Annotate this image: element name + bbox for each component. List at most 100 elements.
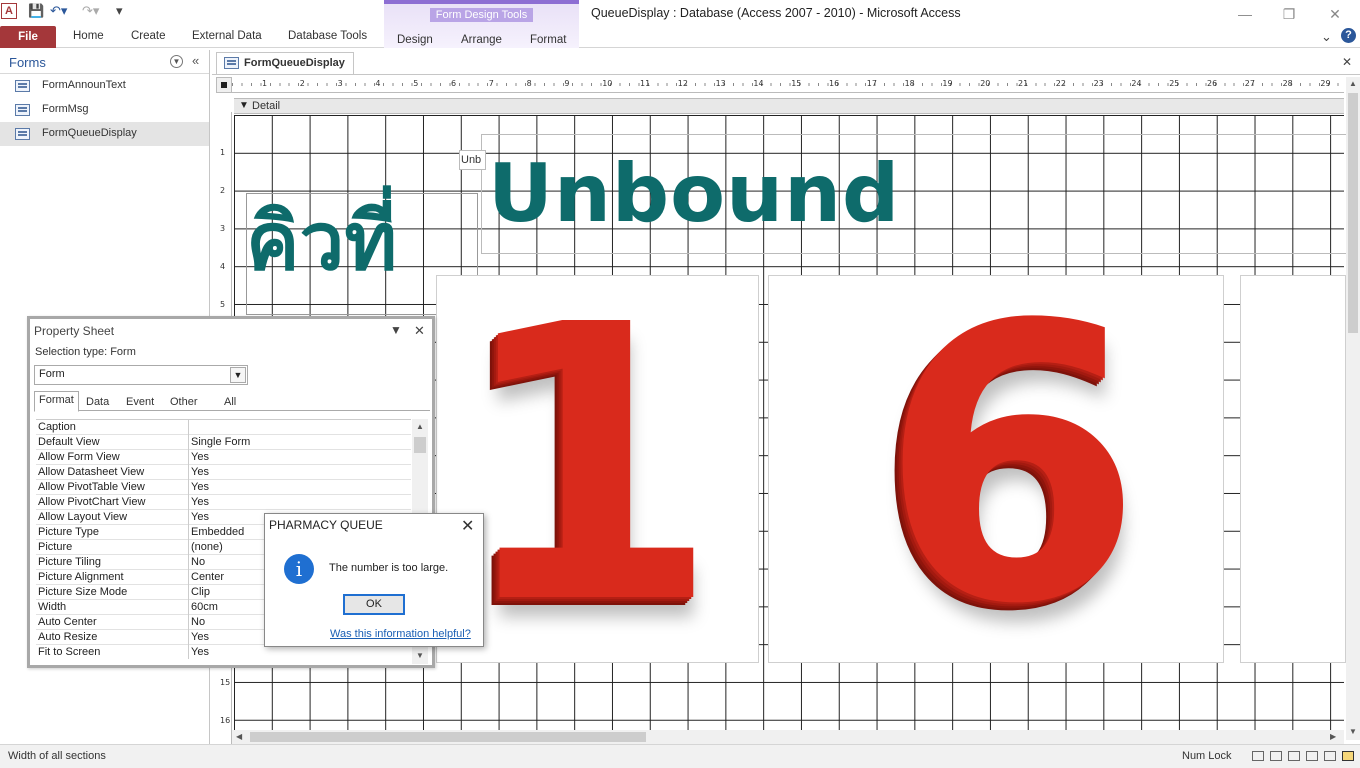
- detail-section-label: Detail: [252, 100, 281, 112]
- window-title: QueueDisplay : Database (Access 2007 - 2…: [591, 6, 961, 20]
- nav-item-formmsg[interactable]: FormMsg: [0, 98, 209, 122]
- form-icon: [15, 128, 30, 140]
- pivotchart-view-icon[interactable]: [1306, 751, 1318, 761]
- ruler-number: 2: [220, 186, 226, 195]
- scroll-down-icon[interactable]: ▼: [1349, 727, 1357, 736]
- datasheet-view-icon[interactable]: [1270, 751, 1282, 761]
- horizontal-scrollbar[interactable]: ◀ ▶: [232, 730, 1344, 744]
- nav-pane-header[interactable]: Forms ▼ «: [0, 50, 209, 74]
- property-sheet-menu-icon[interactable]: ▼: [390, 323, 402, 337]
- chevron-down-icon[interactable]: ▼: [230, 367, 246, 383]
- property-value[interactable]: Yes: [191, 495, 411, 509]
- detail-section-bar[interactable]: ▼ Detail: [234, 98, 1344, 114]
- unbound-textbox-small[interactable]: Unb: [459, 150, 486, 170]
- digit-image-1[interactable]: 1: [436, 275, 759, 663]
- tab-arrange[interactable]: Arrange: [461, 34, 502, 46]
- save-icon[interactable]: 💾: [28, 3, 44, 19]
- property-row[interactable]: Default View Single Form: [36, 435, 411, 450]
- nav-menu-dropdown-icon[interactable]: ▼: [170, 55, 183, 68]
- vertical-scroll-thumb[interactable]: [1348, 93, 1358, 333]
- redo-icon[interactable]: ↷▾: [82, 3, 99, 19]
- scroll-right-icon[interactable]: ▶: [1330, 732, 1336, 741]
- property-row[interactable]: Caption: [36, 420, 411, 435]
- tab-format-properties[interactable]: Format: [34, 391, 79, 412]
- status-text: Width of all sections: [8, 750, 106, 762]
- tab-all-properties[interactable]: All: [220, 394, 240, 411]
- property-value[interactable]: Yes: [191, 450, 411, 464]
- status-bar: Width of all sections Num Lock: [0, 744, 1360, 768]
- property-scroll-thumb[interactable]: [414, 437, 426, 453]
- object-selector-dropdown[interactable]: Form ▼: [34, 365, 248, 385]
- property-sheet-close-icon[interactable]: ✕: [414, 323, 425, 339]
- property-row[interactable]: Fit to Screen Yes: [36, 645, 411, 659]
- dialog-close-icon[interactable]: ✕: [461, 516, 474, 536]
- ruler-number: 10: [602, 79, 613, 88]
- info-icon: i: [284, 554, 314, 584]
- scroll-up-icon[interactable]: ▲: [416, 422, 424, 431]
- tab-format[interactable]: Format: [530, 34, 566, 46]
- property-sheet-title[interactable]: Property Sheet: [34, 324, 114, 338]
- property-value[interactable]: Single Form: [191, 435, 411, 449]
- tab-design[interactable]: Design: [397, 34, 433, 46]
- customize-qat-icon[interactable]: ▾: [116, 3, 123, 19]
- ruler-number: 8: [526, 79, 532, 88]
- nav-item-formqueuedisplay[interactable]: FormQueueDisplay: [0, 122, 209, 146]
- nav-item-formannountext[interactable]: FormAnnounText: [0, 74, 209, 98]
- close-document-icon[interactable]: ✕: [1342, 55, 1352, 69]
- help-feedback-link[interactable]: Was this information helpful?: [330, 628, 471, 640]
- scroll-left-icon[interactable]: ◀: [236, 732, 242, 741]
- scroll-up-icon[interactable]: ▲: [1349, 79, 1357, 88]
- unbound-text-display[interactable]: Unbound: [488, 154, 900, 234]
- queue-number-label[interactable]: คิวที่: [246, 202, 397, 282]
- pivottable-view-icon[interactable]: [1288, 751, 1300, 761]
- ruler-number: 17: [866, 79, 877, 88]
- tab-other-properties[interactable]: Other: [166, 394, 202, 411]
- digit-image-3[interactable]: [1240, 275, 1346, 663]
- digit-image-2[interactable]: 6: [768, 275, 1224, 663]
- tab-create[interactable]: Create: [131, 30, 166, 42]
- property-row[interactable]: Allow PivotTable View Yes: [36, 480, 411, 495]
- document-tab-formqueuedisplay[interactable]: FormQueueDisplay: [216, 52, 354, 74]
- access-app-icon[interactable]: A: [1, 3, 17, 19]
- shutter-bar-icon[interactable]: «: [192, 53, 199, 68]
- property-column-divider: [188, 630, 189, 645]
- property-name: Allow Form View: [38, 451, 120, 463]
- design-view-icon[interactable]: [1342, 751, 1354, 761]
- horizontal-scroll-thumb[interactable]: [250, 732, 646, 742]
- form-view-icon[interactable]: [1252, 751, 1264, 761]
- property-column-divider: [188, 540, 189, 555]
- tab-event-properties[interactable]: Event: [122, 394, 158, 411]
- ruler-number: 19: [942, 79, 953, 88]
- property-sheet-tabs: Format Data Event Other All: [34, 391, 430, 412]
- tab-external-data[interactable]: External Data: [192, 30, 262, 42]
- tab-database-tools[interactable]: Database Tools: [288, 30, 367, 42]
- minimize-ribbon-icon[interactable]: ⌄: [1321, 29, 1332, 45]
- ruler-number: 9: [564, 79, 570, 88]
- document-tab-label: FormQueueDisplay: [244, 57, 345, 69]
- layout-view-icon[interactable]: [1324, 751, 1336, 761]
- property-column-divider: [188, 585, 189, 600]
- tab-data-properties[interactable]: Data: [82, 394, 113, 411]
- property-column-divider: [188, 495, 189, 510]
- scroll-down-icon[interactable]: ▼: [416, 651, 424, 660]
- undo-icon[interactable]: ↶▾: [50, 3, 67, 19]
- property-value[interactable]: Yes: [191, 480, 411, 494]
- ok-button[interactable]: OK: [343, 594, 405, 615]
- tab-file[interactable]: File: [0, 26, 56, 48]
- property-name: Allow PivotChart View: [38, 496, 146, 508]
- vertical-scrollbar[interactable]: ▲ ▼: [1346, 77, 1360, 740]
- digit-1-text: 1: [455, 244, 720, 687]
- property-row[interactable]: Allow Form View Yes: [36, 450, 411, 465]
- close-window-button[interactable]: ✕: [1320, 4, 1350, 24]
- horizontal-ruler[interactable]: 1 2 3 4 5 6 7 8 9 10 11 12 13 14 15 16 17 18 19 20 21 22 23 24 2…: [232, 77, 1344, 93]
- minimize-button[interactable]: —: [1230, 4, 1260, 24]
- property-value[interactable]: Yes: [191, 645, 411, 659]
- ruler-number: 28: [1282, 79, 1293, 88]
- restore-button[interactable]: ❐: [1274, 4, 1304, 24]
- tab-home[interactable]: Home: [73, 30, 104, 42]
- help-icon[interactable]: ?: [1341, 28, 1356, 43]
- property-row[interactable]: Allow Datasheet View Yes: [36, 465, 411, 480]
- form-selector[interactable]: [216, 77, 232, 93]
- property-row[interactable]: Allow PivotChart View Yes: [36, 495, 411, 510]
- property-value[interactable]: Yes: [191, 465, 411, 479]
